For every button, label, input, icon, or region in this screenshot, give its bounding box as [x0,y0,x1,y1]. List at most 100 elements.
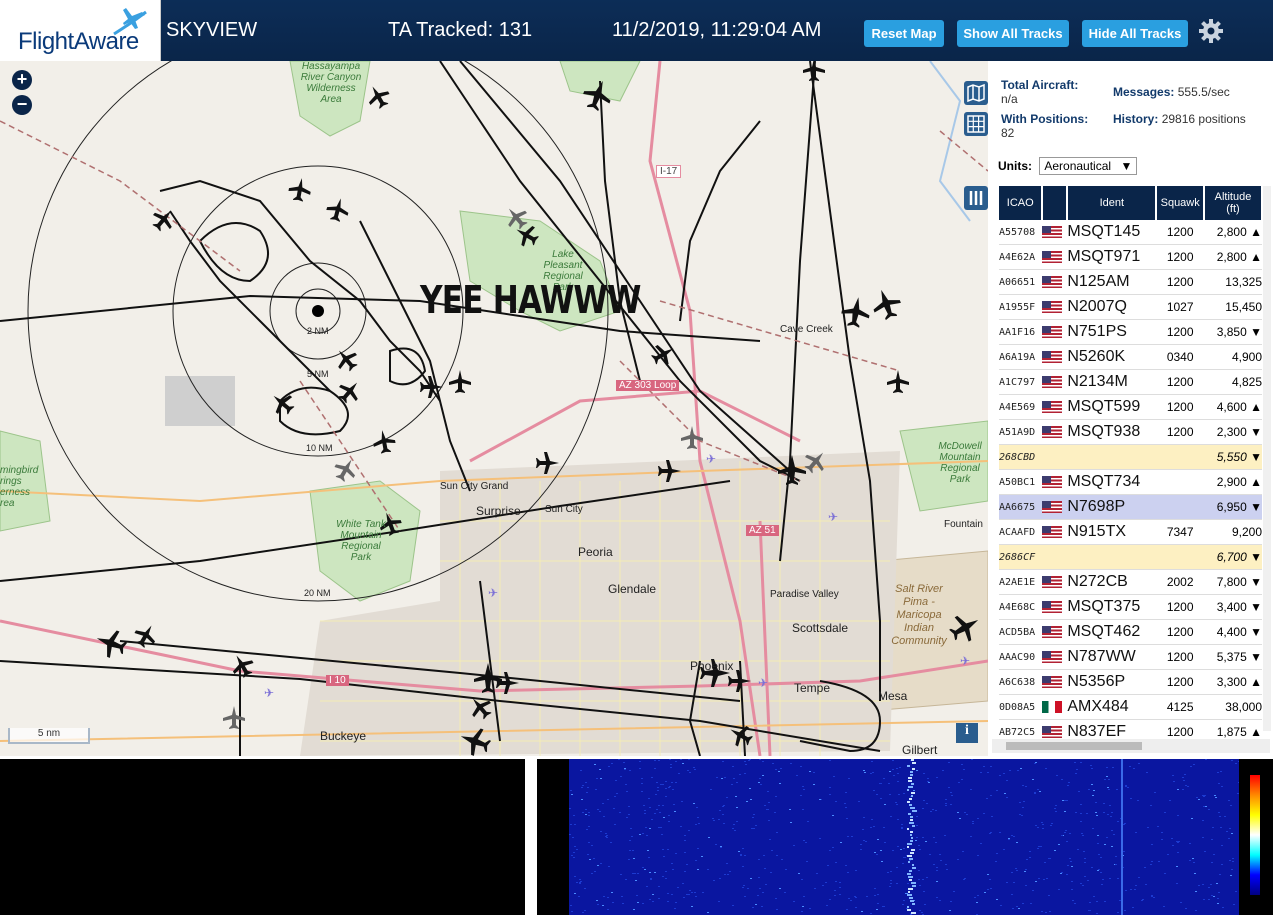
altitude-cell: 7,800 ▼ [1204,569,1262,595]
altitude-cell: 2,300 ▼ [1204,419,1262,445]
table-row[interactable]: AA6675 N7698P 6,950 ▼ [999,494,1262,520]
table-row[interactable]: 268CBD 5,550 ▼ [999,444,1262,470]
table-row[interactable]: 2686CF 6,700 ▼ [999,544,1262,570]
us-flag-icon [1042,600,1063,613]
table-row[interactable]: ACAAFD N915TX 7347 9,200 [999,519,1262,545]
map-canvas[interactable]: ✈ ✈ ✈ ✈ ✈ ✈ [0,61,988,756]
label-phoenix: Phoenix [690,659,734,673]
gear-icon[interactable] [1198,18,1224,44]
ident-cell: N5356P [1067,669,1157,695]
icao-cell: A1955F [999,294,1043,320]
table-row[interactable]: A4E68C MSQT375 1200 3,400 ▼ [999,594,1262,620]
us-flag-icon [1042,425,1063,438]
table-row[interactable]: A4E569 MSQT599 1200 4,600 ▲ [999,394,1262,420]
ident-cell: N125AM [1067,269,1157,295]
table-row[interactable]: A50BC1 MSQT734 2,900 ▲ [999,469,1262,495]
svg-text:✈: ✈ [758,676,768,690]
altitude-cell: 2,900 ▲ [1204,469,1262,495]
squawk-cell: 2002 [1156,569,1204,595]
history-value: 29816 positions [1161,112,1246,126]
us-flag-icon [1042,300,1063,313]
column-icao[interactable]: ICAO [999,186,1044,220]
table-row[interactable]: AA1F16 N751PS 1200 3,850 ▼ [999,319,1262,345]
us-flag-icon [1042,375,1063,388]
icao-cell: A50BC1 [999,469,1043,495]
with-positions-value: 82 [1001,126,1015,140]
ident-cell: N5260K [1067,344,1157,370]
column-ident[interactable]: Ident [1067,186,1158,220]
messages-rate: Messages: 555.5/sec [1113,85,1230,99]
ident-cell: MSQT145 [1067,220,1157,245]
vertical-scrollbar[interactable] [1263,186,1271,731]
ident-cell: MSQT599 [1067,394,1157,420]
total-aircraft-label: Total Aircraft: [1001,78,1079,92]
map-icon[interactable] [964,81,988,105]
squawk-cell: 1200 [1156,369,1204,395]
flightaware-logo[interactable]: FlightAware [0,0,161,61]
info-button[interactable]: i [956,723,978,743]
table-row[interactable]: A6C638 N5356P 1200 3,300 ▲ [999,669,1262,695]
us-flag-icon [1042,725,1063,738]
ident-cell: MSQT462 [1067,619,1157,645]
label-surprise: Surprise [476,504,521,518]
flag-cell [1042,344,1068,370]
column-squawk[interactable]: Squawk [1156,186,1205,220]
table-row[interactable]: A2AE1E N272CB 2002 7,800 ▼ [999,569,1262,595]
us-flag-icon [1042,575,1063,588]
flag-cell [1042,319,1068,345]
us-flag-icon [1042,400,1063,413]
map-view[interactable]: ✈ ✈ ✈ ✈ ✈ ✈ Hassayampa River Canyon Wild… [0,61,988,756]
horizontal-scrollbar[interactable] [992,739,1270,753]
altitude-cell: 2,800 ▲ [1204,220,1262,245]
aircraft-panel: Total Aircraft: n/a With Positions: 82 M… [988,61,1273,756]
us-flag-icon [1042,500,1063,513]
ident-cell: N787WW [1067,644,1157,670]
ident-cell: N2134M [1067,369,1157,395]
label-buckeye: Buckeye [320,729,367,743]
grid-icon[interactable] [964,112,988,136]
table-row[interactable]: A55708 MSQT145 1200 2,800 ▲ [999,220,1262,245]
ident-cell: N272CB [1067,569,1157,595]
table-row[interactable]: ACD5BA MSQT462 1200 4,400 ▼ [999,619,1262,645]
reset-map-button[interactable]: Reset Map [864,20,944,47]
zoom-in-button[interactable]: + [12,70,32,90]
table-row[interactable]: A51A9D MSQT938 1200 2,300 ▼ [999,419,1262,445]
table-row[interactable]: 0D08A5 AMX484 4125 38,000 [999,694,1262,720]
altitude-cell: 5,550 ▼ [1204,444,1262,470]
us-flag-icon [1042,475,1063,488]
table-row[interactable]: A06651 N125AM 1200 13,325 [999,269,1262,295]
table-row[interactable]: A1C797 N2134M 1200 4,825 [999,369,1262,395]
waterfall-noise [569,759,1239,915]
waterfall-margin [537,759,569,915]
icao-cell: A4E68C [999,594,1043,620]
icao-cell: 268CBD [999,444,1043,470]
scrollbar-thumb[interactable] [1006,742,1142,750]
hide-all-tracks-button[interactable]: Hide All Tracks [1082,20,1188,47]
columns-icon[interactable] [964,186,988,210]
label-tempe: Tempe [794,681,831,695]
flag-cell [1042,619,1068,645]
svg-text:✈: ✈ [960,654,970,668]
zoom-out-button[interactable]: − [12,95,32,115]
total-aircraft: Total Aircraft: n/a [1001,78,1078,106]
squawk-cell: 1200 [1156,244,1204,270]
units-select[interactable]: Aeronautical ▼ [1039,157,1138,175]
table-row[interactable]: A4E62A MSQT971 1200 2,800 ▲ [999,244,1262,270]
table-row[interactable]: A1955F N2007Q 1027 15,450 [999,294,1262,320]
squawk-cell: 1200 [1156,419,1204,445]
aircraft-table: ICAO Ident Squawk Altitude (ft) A55708 MS… [999,186,1263,745]
icao-cell: ACAAFD [999,519,1043,545]
altitude-cell: 3,300 ▲ [1204,669,1262,695]
label-fountain: Fountain [944,519,983,530]
column-flag[interactable] [1042,186,1069,220]
ident-cell: MSQT375 [1067,594,1157,620]
column-altitude[interactable]: Altitude (ft) [1204,186,1263,220]
flag-cell [1042,394,1068,420]
flag-cell [1042,220,1068,245]
ident-cell: MSQT734 [1067,469,1157,495]
table-row[interactable]: AAAC90 N787WW 1200 5,375 ▼ [999,644,1262,670]
table-row[interactable]: A6A19A N5260K 0340 4,900 [999,344,1262,370]
show-all-tracks-button[interactable]: Show All Tracks [957,20,1069,47]
icao-cell: A1C797 [999,369,1043,395]
road-az51: AZ 51 [746,525,779,536]
